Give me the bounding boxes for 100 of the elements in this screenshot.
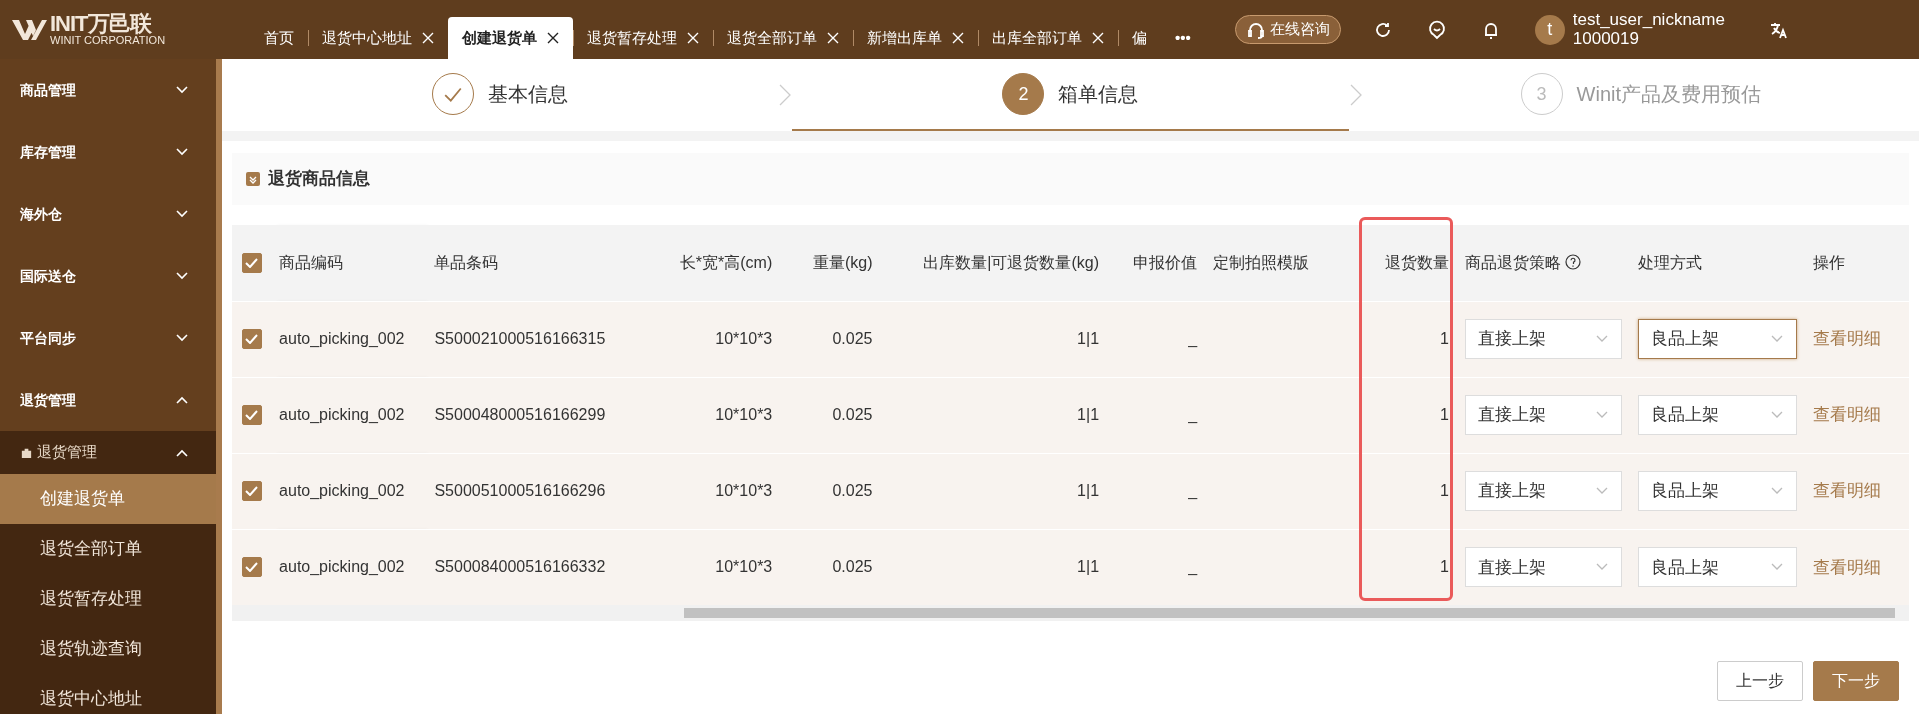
tab[interactable]: 创建退货单 <box>448 17 573 59</box>
close-icon <box>952 32 964 44</box>
avatar: t <box>1534 14 1565 45</box>
table-cell: 1 <box>1439 482 1449 499</box>
chevron-down-icon <box>1769 411 1784 419</box>
table-cell: 10*10*3 <box>715 406 773 423</box>
chevron-down-icon <box>176 210 188 218</box>
view-details-link[interactable]: 查看明细 <box>1812 329 1881 349</box>
user-name: test_user_nickname <box>1572 10 1725 30</box>
next-button[interactable]: 下一步 <box>1813 661 1899 701</box>
handling-select[interactable]: 良品上架 <box>1638 319 1797 359</box>
chevron-down-icon <box>176 86 188 94</box>
row-checkbox[interactable] <box>241 481 262 501</box>
consult-button[interactable]: 在线咨询 <box>1234 15 1341 44</box>
column-header: 处理方式 <box>1630 225 1805 301</box>
tab[interactable]: 新增出库单 <box>853 17 978 59</box>
view-details-link[interactable]: 查看明细 <box>1812 405 1881 425</box>
table-cell: auto_picking_002 <box>279 330 405 347</box>
step-label: 箱单信息 <box>1058 82 1139 107</box>
table-cell: S500084000516166332 <box>434 558 606 576</box>
chat-bubble-button[interactable] <box>1426 19 1447 40</box>
check-icon <box>245 486 259 496</box>
check-icon <box>245 562 259 573</box>
column-header: 申报价值 <box>1107 225 1206 301</box>
table-cell: 1|1 <box>1077 482 1100 499</box>
strategy-select[interactable]: 直接上架 <box>1464 319 1623 359</box>
logo-text: INIT万邑联 <box>50 13 153 35</box>
column-header: 长*宽*高(cm) <box>628 225 781 301</box>
tab[interactable]: 退货全部订单 <box>713 17 853 59</box>
bag-icon <box>20 446 33 459</box>
table-cell: 1 <box>1439 330 1449 347</box>
column-header: 商品退货策略 <box>1464 253 1561 271</box>
sidebar-group[interactable]: 退货管理 <box>0 369 216 431</box>
close-icon <box>1092 32 1104 44</box>
tab[interactable]: 首页 <box>250 17 308 59</box>
table-cell: _ <box>1188 330 1198 347</box>
table-cell: 0.025 <box>832 406 873 423</box>
select-all-checkbox[interactable] <box>241 252 262 273</box>
strategy-select[interactable]: 直接上架 <box>1464 395 1623 435</box>
back-button[interactable]: 上一步 <box>1717 661 1803 701</box>
tab[interactable]: 退货暂存处理 <box>573 17 713 59</box>
view-details-link[interactable]: 查看明细 <box>1812 557 1881 577</box>
sidebar-group[interactable]: 库存管理 <box>0 121 216 183</box>
sidebar-item[interactable]: 退货轨迹查询 <box>0 624 216 674</box>
sidebar-item[interactable]: 退货暂存处理 <box>0 574 216 624</box>
column-header: 重量(kg) <box>780 225 881 301</box>
sidebar-item[interactable]: 退货中心地址 <box>0 674 216 714</box>
box-icon <box>246 172 260 186</box>
chevron-down-icon <box>176 148 188 156</box>
tab[interactable]: 退货中心地址 <box>308 17 448 59</box>
sidebar-item[interactable]: 创建退货单 <box>0 474 216 524</box>
check-icon <box>245 257 259 268</box>
strategy-select[interactable]: 直接上架 <box>1464 471 1623 511</box>
table-cell: 1 <box>1439 406 1449 423</box>
check-icon <box>443 85 464 103</box>
step-label: 基本信息 <box>488 82 569 107</box>
table-cell: 0.025 <box>832 558 873 576</box>
table-cell: _ <box>1188 482 1198 499</box>
logo-subtitle: WINIT CORPORATION <box>50 35 166 46</box>
column-header: 操作 <box>1804 225 1909 301</box>
table-cell: 0.025 <box>832 330 873 347</box>
table-cell: 1|1 <box>1077 330 1100 347</box>
column-header: 退货数量 <box>1356 225 1457 301</box>
table-cell: 1 <box>1439 558 1449 576</box>
row-checkbox[interactable] <box>241 405 262 425</box>
chevron-down-icon <box>1595 335 1610 343</box>
table-cell: auto_picking_002 <box>279 558 405 576</box>
horizontal-scrollbar[interactable] <box>232 605 1909 621</box>
close-icon <box>827 32 839 44</box>
close-icon <box>687 32 699 44</box>
step-circle: 2 <box>1002 73 1045 115</box>
chevron-up-icon <box>176 396 188 404</box>
chevron-down-icon <box>1769 487 1784 495</box>
sidebar-group[interactable]: 海外仓 <box>0 183 216 245</box>
sidebar-group[interactable]: 商品管理 <box>0 59 216 121</box>
chevron-down-icon <box>1769 335 1784 343</box>
sidebar-subgroup[interactable]: 退货管理 <box>0 431 216 474</box>
tab[interactable]: 出库全部订单 <box>978 17 1118 59</box>
chevron-right-icon <box>1348 83 1363 107</box>
more-tabs-button[interactable]: ••• <box>1161 17 1205 59</box>
sidebar-item[interactable]: 退货全部订单 <box>0 524 216 574</box>
row-checkbox[interactable] <box>241 557 262 578</box>
handling-select[interactable]: 良品上架 <box>1638 547 1797 588</box>
strategy-select[interactable]: 直接上架 <box>1464 547 1623 588</box>
handling-select[interactable]: 良品上架 <box>1638 471 1797 511</box>
row-checkbox[interactable] <box>241 329 262 349</box>
chevron-down-icon <box>1595 487 1610 495</box>
table-cell: 10*10*3 <box>715 330 773 347</box>
sidebar-group[interactable]: 平台同步 <box>0 307 216 369</box>
table-cell: 0.025 <box>832 482 873 499</box>
check-icon <box>245 410 259 420</box>
view-details-link[interactable]: 查看明细 <box>1812 481 1881 501</box>
handling-select[interactable]: 良品上架 <box>1638 395 1797 435</box>
table-cell: S500051000516166296 <box>434 482 606 499</box>
table-cell: S500021000516166315 <box>434 330 606 347</box>
column-header: 出库数量|可退货数量(kg) <box>880 225 1108 301</box>
tab[interactable]: 偏 <box>1118 17 1161 59</box>
chevron-down-icon <box>1595 563 1610 572</box>
step-label: Winit产品及费用预估 <box>1576 82 1762 107</box>
sidebar-group[interactable]: 国际送仓 <box>0 245 216 307</box>
